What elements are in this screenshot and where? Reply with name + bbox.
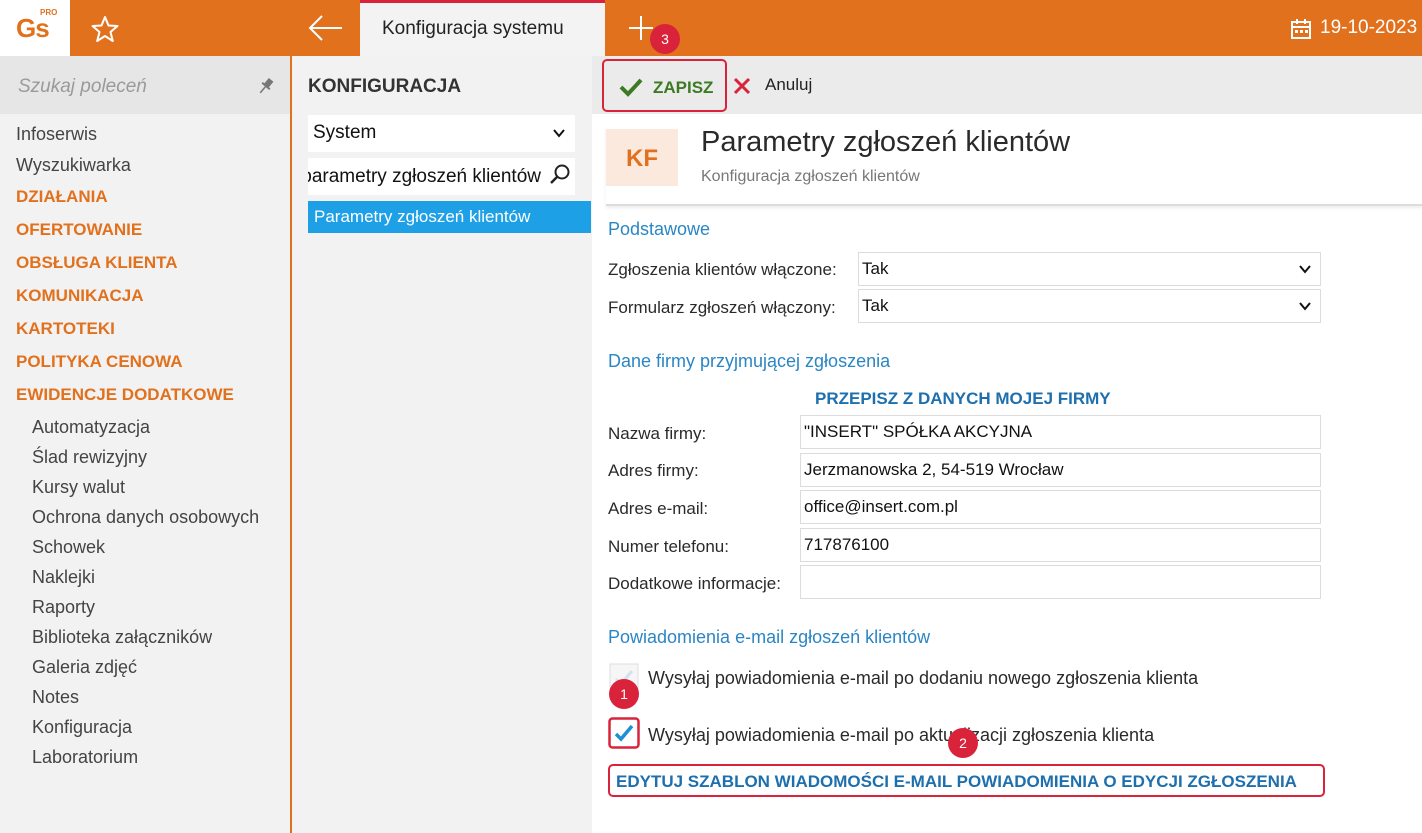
sidebar-category-obsluga-klienta[interactable]: OBSŁUGA KLIENTA [16,253,178,273]
page-header: KF Parametry zgłoszeń klientów Konfigura… [606,126,1422,206]
form-enabled-label: Formularz zgłoszeń włączony: [608,298,836,317]
sidebar-item-notes[interactable]: Notes [32,687,79,708]
search-icon[interactable] [548,163,572,187]
extra-info-label: Dodatkowe informacje: [608,574,781,593]
form-enabled-select[interactable]: Tak [858,289,1321,323]
config-search-value: parametry zgłoszeń klientów [308,166,541,187]
company-email-input[interactable]: office@insert.com.pl [800,490,1321,524]
sidebar-item-kursy-walut[interactable]: Kursy walut [32,477,125,498]
company-address-value: Jerzmanowska 2, 54-519 Wrocław [804,460,1064,479]
module-select[interactable]: System [308,115,575,152]
back-arrow-icon[interactable] [306,12,346,44]
star-icon[interactable] [90,14,120,44]
sidebar-item-schowek[interactable]: Schowek [32,537,105,558]
chevron-down-icon [1299,302,1311,311]
company-email-value: office@insert.com.pl [804,497,958,516]
sidebar-item-laboratorium[interactable]: Laboratorium [32,747,138,768]
requests-enabled-select[interactable]: Tak [858,252,1321,286]
extra-info-input[interactable] [800,565,1321,599]
chevron-down-icon [553,129,565,138]
sidebar-category-kartoteki[interactable]: KARTOTEKI [16,319,115,339]
sidebar-category-komunikacja[interactable]: KOMUNIKACJA [16,286,144,306]
toolbar: ZAPISZ Anuluj [592,56,1422,114]
checkmark-icon [619,78,643,97]
save-button[interactable]: ZAPISZ [602,59,727,112]
copy-company-data-button[interactable]: PRZEPISZ Z DANYCH MOJEJ FIRMY [815,389,1111,409]
logo-text: Gs [16,13,50,43]
date-text: 19-10-2023 [1320,17,1418,38]
sidebar-item-raporty[interactable]: Raporty [32,597,95,618]
config-result-item[interactable]: Parametry zgłoszeń klientów [308,201,591,233]
logo-pro-tag: PRO [40,8,58,17]
config-result-label: Parametry zgłoszeń klientów [314,207,531,226]
company-email-label: Adres e-mail: [608,499,709,518]
company-address-label: Adres firmy: [608,461,699,480]
module-select-value: System [313,122,377,143]
section-notifications: Powiadomienia e-mail zgłoszeń klientów [608,627,931,647]
notify-on-update-checkbox[interactable] [608,717,640,749]
annotation-badge-1: 1 [609,679,639,709]
notify-on-update-label: Wysyłaj powiadomienia e-mail po aktualiz… [648,725,1155,745]
company-phone-input[interactable]: 717876100 [800,528,1321,562]
save-label: ZAPISZ [653,78,714,97]
cancel-label: Anuluj [765,75,813,94]
form-enabled-value: Tak [862,296,889,315]
tab-konfiguracja-systemu[interactable]: Konfiguracja systemu [360,0,605,56]
company-name-value: "INSERT" SPÓŁKA AKCYJNA [804,422,1033,441]
sidebar-item-galeria-zdjec[interactable]: Galeria zdjęć [32,657,137,678]
command-search[interactable]: Szukaj poleceń [0,56,290,114]
pin-icon[interactable] [256,76,276,96]
company-phone-label: Numer telefonu: [608,537,729,556]
config-search-input[interactable]: parametry zgłoszeń klientów [308,158,575,195]
edit-email-template-button[interactable]: EDYTUJ SZABLON WIADOMOŚCI E-MAIL POWIADO… [608,764,1325,797]
annotation-badge-2: 2 [948,728,978,758]
page-title: Parametry zgłoszeń klientów [701,126,1071,158]
sidebar-item-biblioteka-zalacznikow[interactable]: Biblioteka załączników [32,627,212,648]
configuration-panel: KONFIGURACJA System parametry zgłoszeń k… [292,56,592,833]
annotation-badge-3: 3 [650,24,680,54]
sidebar-category-dzialania[interactable]: DZIAŁANIA [16,187,108,207]
sidebar-category-ofertowanie[interactable]: OFERTOWANIE [16,220,142,240]
sidebar-item-slad-rewizyjny[interactable]: Ślad rewizyjny [32,447,147,468]
close-icon [733,77,751,95]
top-bar: Gs PRO Konfiguracja systemu 3 19-10-2023 [0,0,1422,56]
sidebar-item-konfiguracja[interactable]: Konfiguracja [32,717,132,738]
module-icon: KF [606,129,678,186]
sidebar-category-polityka-cenowa[interactable]: POLITYKA CENOWA [16,352,183,372]
section-basic: Podstawowe [608,219,711,239]
sidebar-item-naklejki[interactable]: Naklejki [32,567,95,588]
sidebar-item-wyszukiwarka[interactable]: Wyszukiwarka [16,155,131,176]
panel-title: KONFIGURACJA [308,76,462,97]
calendar-icon [1291,19,1311,39]
page-subtitle: Konfiguracja zgłoszeń klientów [701,168,920,185]
edit-email-template-label: EDYTUJ SZABLON WIADOMOŚCI E-MAIL POWIADO… [616,772,1297,791]
requests-enabled-label: Zgłoszenia klientów włączone: [608,260,837,279]
company-address-input[interactable]: Jerzmanowska 2, 54-519 Wrocław [800,453,1321,487]
sidebar-item-ochrona-danych[interactable]: Ochrona danych osobowych [32,507,259,528]
sidebar-category-ewidencje-dodatkowe[interactable]: EWIDENCJE DODATKOWE [16,385,234,405]
company-name-label: Nazwa firmy: [608,424,707,443]
module-icon-text: KF [626,145,658,172]
company-name-input[interactable]: "INSERT" SPÓŁKA AKCYJNA [800,415,1321,449]
chevron-down-icon [1299,265,1311,274]
tab-label: Konfiguracja systemu [382,18,564,39]
app-logo[interactable]: Gs PRO [0,0,70,56]
requests-enabled-value: Tak [862,259,889,278]
main-content: ZAPISZ Anuluj KF Parametry zgłoszeń klie… [592,56,1422,833]
sidebar: Szukaj poleceń Infoserwis Wyszukiwarka D… [0,56,292,833]
company-phone-value: 717876100 [804,535,890,554]
sidebar-item-automatyzacja[interactable]: Automatyzacja [32,417,150,438]
sidebar-item-infoserwis[interactable]: Infoserwis [16,124,97,145]
command-search-placeholder: Szukaj poleceń [18,76,147,97]
section-company: Dane firmy przyjmującej zgłoszenia [608,351,891,371]
notify-on-add-label: Wysyłaj powiadomienia e-mail po dodaniu … [648,668,1199,688]
